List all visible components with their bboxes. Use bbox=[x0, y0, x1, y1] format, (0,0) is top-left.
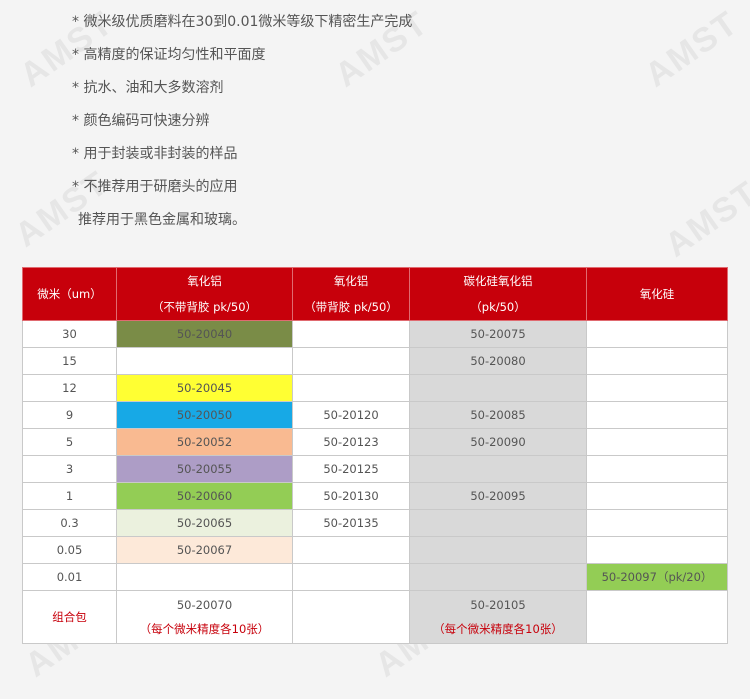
table-row: 9 50-20050 50-20120 50-20085 bbox=[22, 401, 728, 429]
watermark-text: AMST bbox=[638, 3, 746, 95]
cell-micron: 0.3 bbox=[22, 509, 117, 537]
cell-sic-alumina: 50-20080 bbox=[409, 347, 587, 375]
cell-micron: 5 bbox=[22, 428, 117, 456]
product-spec-table: 微米（um） 氧化铝 （不带背胶 pk/50） 氧化铝 （带背胶 pk/50） … bbox=[22, 267, 728, 644]
feature-item: 推荐用于黑色金属和玻璃。 bbox=[78, 212, 246, 228]
table-row: 12 50-20045 bbox=[22, 374, 728, 402]
cell-combo-silica bbox=[586, 590, 728, 644]
table-header-row: 微米（um） 氧化铝 （不带背胶 pk/50） 氧化铝 （带背胶 pk/50） … bbox=[22, 267, 728, 321]
cell-alumina-backing: 50-20123 bbox=[292, 428, 410, 456]
cell-alumina-backing bbox=[292, 320, 410, 348]
cell-silica bbox=[586, 374, 728, 402]
table-row-combo-pack: 组合包 50-20070 （每个微米精度各10张） 50-20105 （每个微米… bbox=[22, 590, 728, 644]
cell-alumina-no-backing: 50-20055 bbox=[116, 455, 293, 483]
feature-item: * 抗水、油和大多数溶剂 bbox=[72, 80, 224, 96]
cell-combo-sic: 50-20105 （每个微米精度各10张） bbox=[409, 590, 587, 644]
cell-sic-alumina bbox=[409, 563, 587, 591]
table-row: 0.05 50-20067 bbox=[22, 536, 728, 564]
header-line: 氧化铝 bbox=[333, 274, 369, 288]
feature-list: * 微米级优质磨料在30到0.01微米等级下精密生产完成 * 高精度的保证均匀性… bbox=[72, 8, 412, 239]
combo-note: （每个微米精度各10张） bbox=[433, 622, 563, 636]
table-row: 15 50-20080 bbox=[22, 347, 728, 375]
header-line: 氧化铝 bbox=[187, 274, 222, 288]
feature-item: * 不推荐用于研磨头的应用 bbox=[72, 179, 238, 195]
header-micron: 微米（um） bbox=[22, 267, 117, 321]
cell-micron: 0.01 bbox=[22, 563, 117, 591]
cell-micron: 1 bbox=[22, 482, 117, 510]
cell-silica bbox=[586, 536, 728, 564]
table-body: 30 50-20040 50-20075 15 50-20080 12 50-2… bbox=[22, 320, 728, 644]
header-line: （pk/50） bbox=[470, 300, 526, 314]
cell-sic-alumina bbox=[409, 374, 587, 402]
cell-alumina-no-backing: 50-20060 bbox=[116, 482, 293, 510]
feature-item: * 颜色编码可快速分辨 bbox=[72, 113, 210, 129]
cell-silica bbox=[586, 482, 728, 510]
cell-sic-alumina bbox=[409, 536, 587, 564]
table-row: 3 50-20055 50-20125 bbox=[22, 455, 728, 483]
cell-micron: 30 bbox=[22, 320, 117, 348]
cell-micron: 15 bbox=[22, 347, 117, 375]
cell-alumina-backing: 50-20130 bbox=[292, 482, 410, 510]
table-row: 0.01 50-20097（pk/20） bbox=[22, 563, 728, 591]
cell-alumina-backing bbox=[292, 374, 410, 402]
cell-alumina-no-backing: 50-20045 bbox=[116, 374, 293, 402]
cell-combo-label: 组合包 bbox=[22, 590, 117, 644]
table-row: 0.3 50-20065 50-20135 bbox=[22, 509, 728, 537]
cell-alumina-backing: 50-20135 bbox=[292, 509, 410, 537]
cell-combo-alumina-backing bbox=[292, 590, 410, 644]
cell-silica bbox=[586, 509, 728, 537]
cell-sic-alumina bbox=[409, 455, 587, 483]
header-line: （带背胶 pk/50） bbox=[304, 300, 398, 314]
cell-alumina-no-backing: 50-20065 bbox=[116, 509, 293, 537]
cell-sic-alumina bbox=[409, 509, 587, 537]
cell-silica bbox=[586, 401, 728, 429]
cell-silica bbox=[586, 428, 728, 456]
cell-micron: 12 bbox=[22, 374, 117, 402]
header-sic-alumina: 碳化硅氧化铝 （pk/50） bbox=[409, 267, 587, 321]
cell-alumina-no-backing bbox=[116, 563, 293, 591]
feature-item: * 高精度的保证均匀性和平面度 bbox=[72, 47, 266, 63]
header-line: （不带背胶 pk/50） bbox=[151, 300, 258, 314]
table-row: 30 50-20040 50-20075 bbox=[22, 320, 728, 348]
cell-alumina-backing bbox=[292, 536, 410, 564]
header-silica: 氧化硅 bbox=[586, 267, 728, 321]
header-line: 碳化硅氧化铝 bbox=[463, 274, 533, 288]
header-alumina-no-backing: 氧化铝 （不带背胶 pk/50） bbox=[116, 267, 293, 321]
feature-item: * 用于封装或非封装的样品 bbox=[72, 146, 238, 162]
table-row: 1 50-20060 50-20130 50-20095 bbox=[22, 482, 728, 510]
cell-sic-alumina: 50-20095 bbox=[409, 482, 587, 510]
cell-micron: 9 bbox=[22, 401, 117, 429]
cell-sic-alumina: 50-20090 bbox=[409, 428, 587, 456]
combo-note: （每个微米精度各10张） bbox=[139, 622, 270, 636]
cell-alumina-no-backing bbox=[116, 347, 293, 375]
cell-sic-alumina: 50-20085 bbox=[409, 401, 587, 429]
cell-silica bbox=[586, 320, 728, 348]
header-alumina-backing: 氧化铝 （带背胶 pk/50） bbox=[292, 267, 410, 321]
cell-alumina-backing: 50-20125 bbox=[292, 455, 410, 483]
cell-alumina-no-backing: 50-20067 bbox=[116, 536, 293, 564]
cell-alumina-backing bbox=[292, 563, 410, 591]
feature-item: * 微米级优质磨料在30到0.01微米等级下精密生产完成 bbox=[72, 14, 413, 30]
cell-silica: 50-20097（pk/20） bbox=[586, 563, 728, 591]
table-row: 5 50-20052 50-20123 50-20090 bbox=[22, 428, 728, 456]
cell-combo-alumina: 50-20070 （每个微米精度各10张） bbox=[116, 590, 293, 644]
combo-code: 50-20070 bbox=[176, 598, 233, 612]
cell-alumina-no-backing: 50-20052 bbox=[116, 428, 293, 456]
cell-micron: 3 bbox=[22, 455, 117, 483]
cell-sic-alumina: 50-20075 bbox=[409, 320, 587, 348]
cell-alumina-backing: 50-20120 bbox=[292, 401, 410, 429]
watermark-text: AMST bbox=[658, 173, 750, 265]
cell-alumina-no-backing: 50-20040 bbox=[116, 320, 293, 348]
cell-alumina-backing bbox=[292, 347, 410, 375]
cell-micron: 0.05 bbox=[22, 536, 117, 564]
combo-code: 50-20105 bbox=[470, 598, 526, 612]
cell-silica bbox=[586, 347, 728, 375]
cell-silica bbox=[586, 455, 728, 483]
cell-alumina-no-backing: 50-20050 bbox=[116, 401, 293, 429]
